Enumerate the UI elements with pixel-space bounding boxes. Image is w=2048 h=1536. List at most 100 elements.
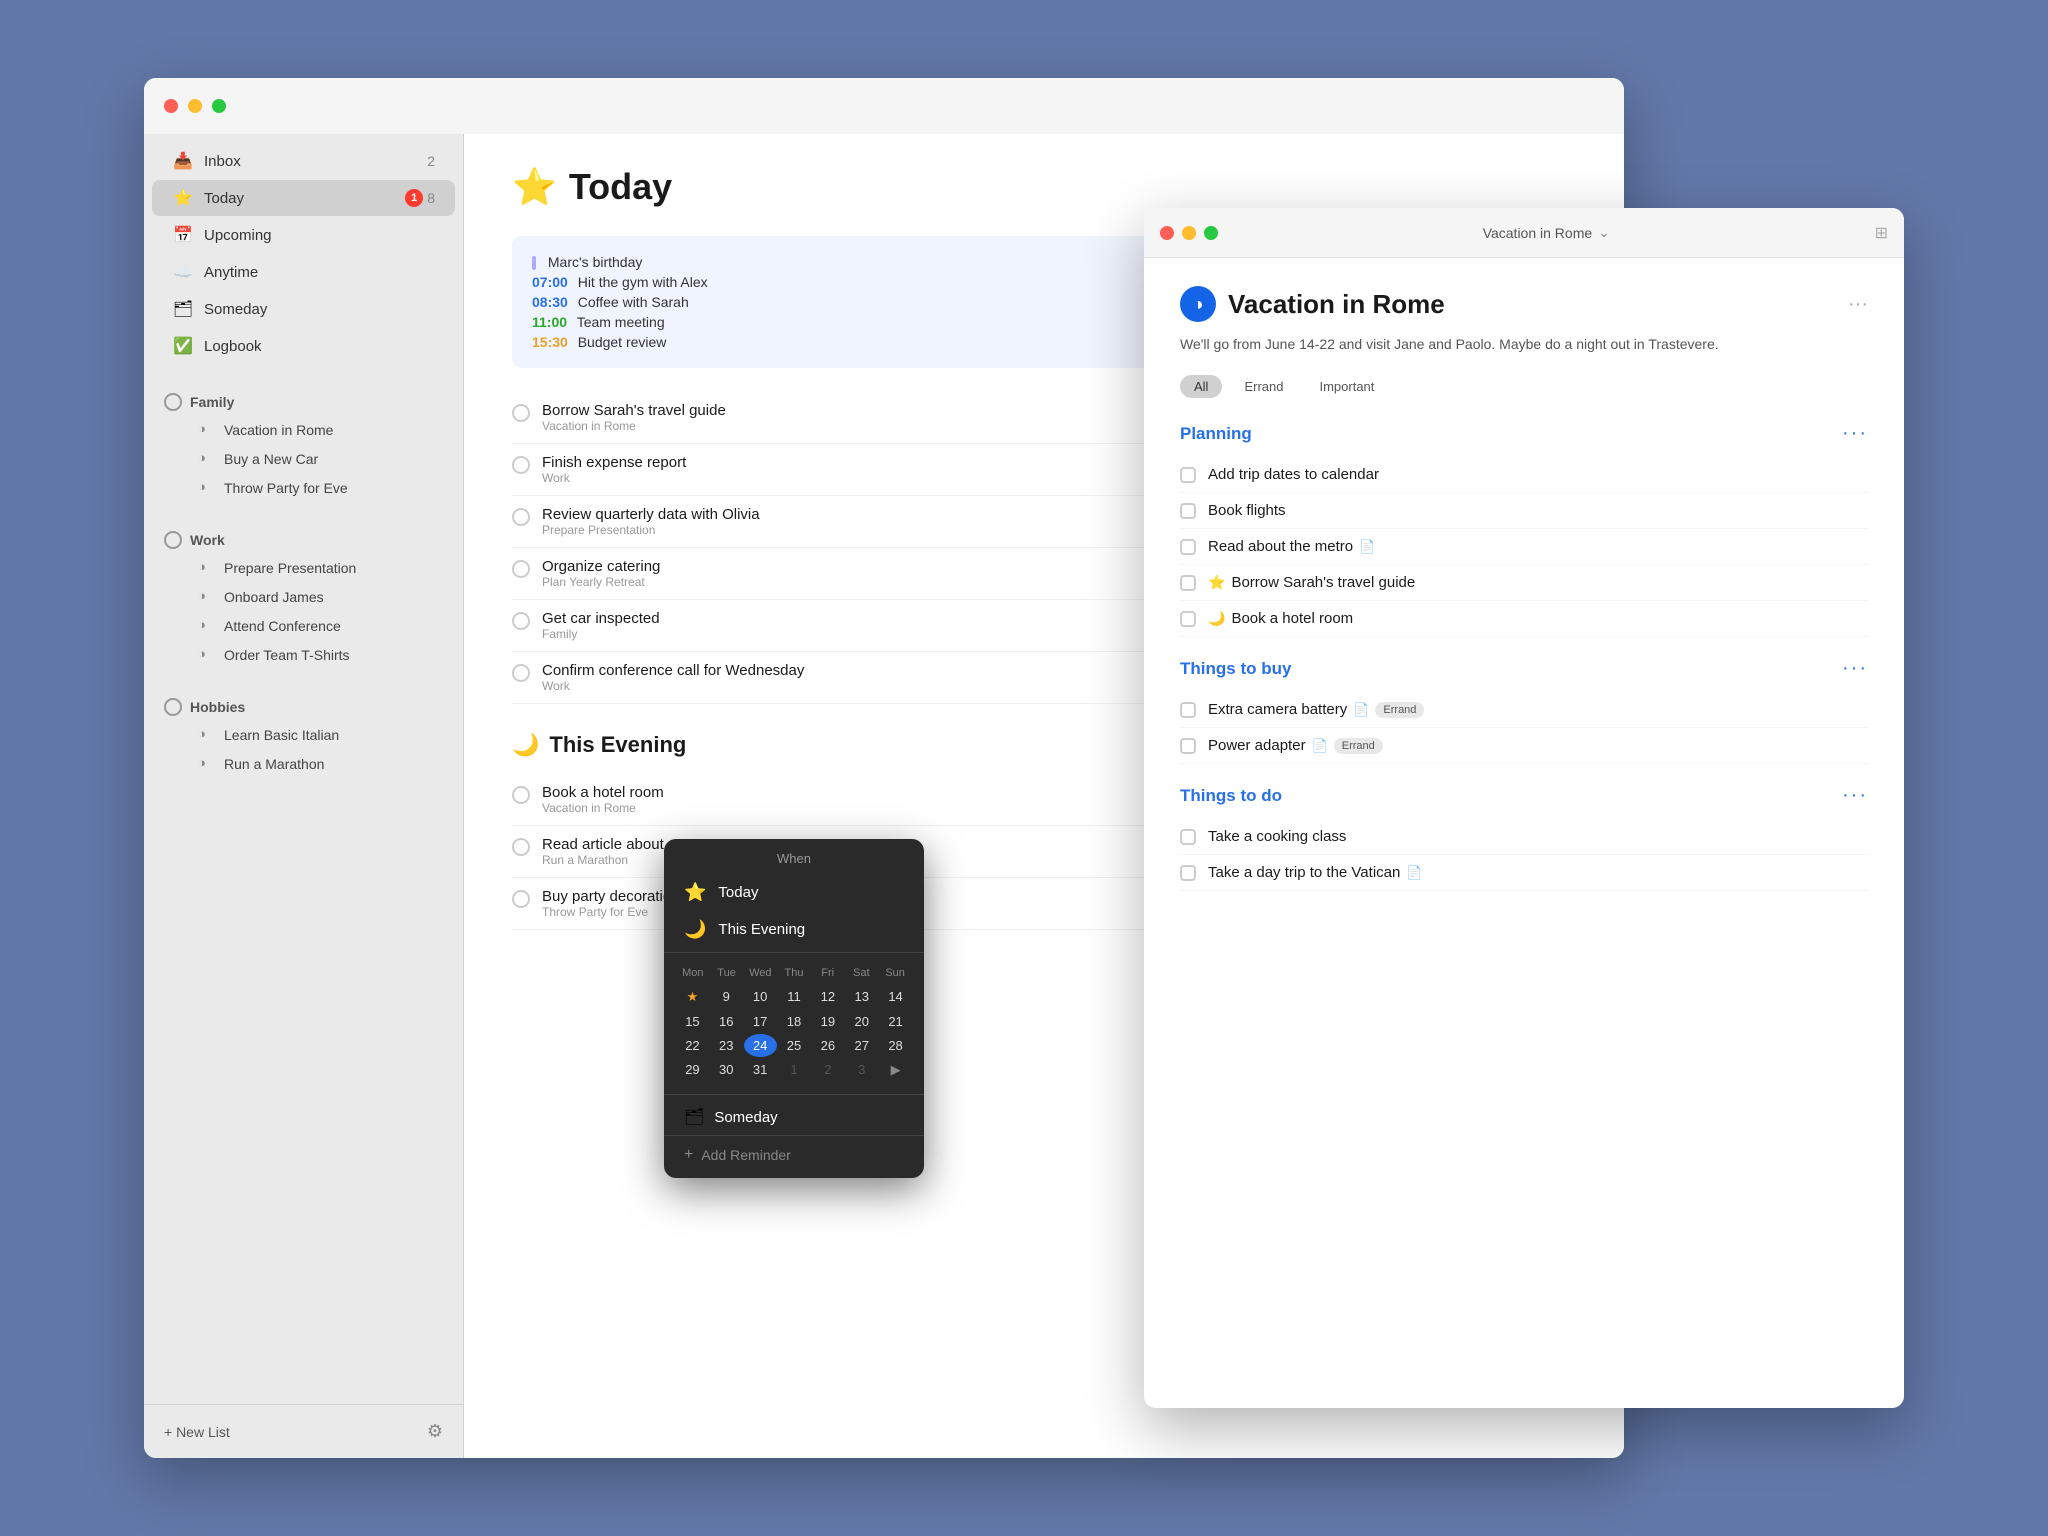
smart-lists-section: 📥 Inbox 2 ⭐ Today 1 8 📅 Upcoming [144,134,463,373]
cal-cell-29[interactable]: 29 [676,1058,709,1082]
rome-chevron-icon: ⌄ [1598,224,1610,241]
maximize-button[interactable] [212,99,226,113]
cal-cell-2-next[interactable]: 2 [811,1058,844,1082]
rome-checkbox-flights[interactable] [1180,503,1196,519]
settings-icon[interactable]: ⚙ [427,1421,443,1442]
rome-task-cooking: Take a cooking class [1180,819,1868,855]
cal-cell-31[interactable]: 31 [744,1058,777,1082]
sidebar-item-anytime[interactable]: ☁️ Anytime [152,254,455,290]
when-plus-icon: + [684,1146,693,1164]
sidebar-item-vacation-rome[interactable]: ◑ Vacation in Rome [152,416,455,444]
task-checkbox-party-dec[interactable] [512,890,530,908]
task-checkbox-car[interactable] [512,612,530,630]
main-title-bar [144,78,1624,134]
cal-cell-27[interactable]: 27 [845,1034,878,1057]
task-checkbox-catering[interactable] [512,560,530,578]
cal-cell-14[interactable]: 14 [879,985,912,1009]
rome-description: We'll go from June 14-22 and visit Jane … [1180,334,1868,355]
task-checkbox-article[interactable] [512,838,530,856]
rome-checkbox-borrow[interactable] [1180,575,1196,591]
cal-cell-18[interactable]: 18 [778,1010,811,1033]
cal-cell-20[interactable]: 20 [845,1010,878,1033]
new-list-button[interactable]: + New List [164,1424,230,1440]
cal-cell-11[interactable]: 11 [778,985,811,1009]
when-add-reminder[interactable]: + Add Reminder [664,1135,924,1178]
cal-cell-26[interactable]: 26 [811,1034,844,1057]
cal-cell-9[interactable]: 9 [710,985,743,1009]
battery-note-icon: 📄 [1353,702,1369,718]
sidebar-item-today[interactable]: ⭐ Today 1 8 [152,180,455,216]
cal-cell-24-today[interactable]: 24 [744,1034,777,1057]
cal-cell-13[interactable]: 13 [845,985,878,1009]
task-checkbox-expense[interactable] [512,456,530,474]
rome-maximize-button[interactable] [1204,226,1218,240]
filter-all[interactable]: All [1180,375,1222,398]
rome-checkbox-vatican[interactable] [1180,865,1196,881]
cal-cell-1-next[interactable]: 1 [778,1058,811,1082]
cal-header-thu: Thu [777,965,811,981]
cal-cell-23[interactable]: 23 [710,1034,743,1057]
sidebar-item-upcoming[interactable]: 📅 Upcoming [152,217,455,253]
todo-more-button[interactable]: ··· [1842,784,1868,807]
sidebar-item-italian[interactable]: ◑ Learn Basic Italian [152,721,455,749]
cal-cell-21[interactable]: 21 [879,1010,912,1033]
when-item-today[interactable]: ⭐ Today [664,874,924,911]
task-checkbox-hotel[interactable] [512,786,530,804]
sidebar-item-someday[interactable]: 🗂 Someday [152,291,455,327]
task-text-quarterly: Review quarterly data with Olivia Prepar… [542,506,760,537]
cal-cell-10[interactable]: 10 [744,985,777,1009]
rome-close-button[interactable] [1160,226,1174,240]
cal-cell-15[interactable]: 15 [676,1010,709,1033]
cal-cell-17[interactable]: 17 [744,1010,777,1033]
minimize-button[interactable] [188,99,202,113]
rome-checkbox-battery[interactable] [1180,702,1196,718]
car-list-icon: ◑ [198,450,216,468]
planning-more-button[interactable]: ··· [1842,422,1868,445]
rome-more-button[interactable]: ··· [1848,293,1868,316]
cal-cell-3-next[interactable]: 3 [845,1058,878,1082]
cal-cell-next-month[interactable]: ▶ [879,1058,912,1082]
cal-cell-12[interactable]: 12 [811,985,844,1009]
work-group-label: Work [190,532,225,548]
rome-checkbox-adapter[interactable] [1180,738,1196,754]
sidebar-item-onboard[interactable]: ◑ Onboard James [152,583,455,611]
cal-cell-16[interactable]: 16 [710,1010,743,1033]
cal-cell-28[interactable]: 28 [879,1034,912,1057]
task-checkbox-borrow[interactable] [512,404,530,422]
cal-cell-30[interactable]: 30 [710,1058,743,1082]
rome-checkbox-hotel[interactable] [1180,611,1196,627]
sidebar-item-conference[interactable]: ◑ Attend Conference [152,612,455,640]
cal-cell-19[interactable]: 19 [811,1010,844,1033]
new-list-label: + New List [164,1424,230,1440]
task-text-confirm: Confirm conference call for Wednesday Wo… [542,662,804,693]
logbook-icon: ✅ [172,335,194,357]
sidebar-item-buy-car[interactable]: ◑ Buy a New Car [152,445,455,473]
cal-header-mon: Mon [676,965,710,981]
rome-task-label-add-dates: Add trip dates to calendar [1208,466,1379,483]
when-item-evening[interactable]: 🌙 This Evening [664,911,924,948]
task-checkbox-confirm[interactable] [512,664,530,682]
sidebar-item-party-eve[interactable]: ◑ Throw Party for Eve [152,474,455,502]
rome-checkbox-cooking[interactable] [1180,829,1196,845]
sidebar-item-tshirts[interactable]: ◑ Order Team T-Shirts [152,641,455,669]
rome-project-icon: ◑ [1180,286,1216,322]
hobbies-group-section: Hobbies ◑ Learn Basic Italian ◑ Run a Ma… [144,678,463,787]
rome-minimize-button[interactable] [1182,226,1196,240]
filter-errand[interactable]: Errand [1230,375,1297,398]
sidebar-item-inbox[interactable]: 📥 Inbox 2 [152,143,455,179]
buy-more-button[interactable]: ··· [1842,657,1868,680]
sidebar-item-logbook[interactable]: ✅ Logbook [152,328,455,364]
cal-cell-star[interactable]: ★ [676,985,709,1009]
rome-window-action-icon[interactable]: ⊞ [1875,223,1888,243]
cal-cell-22[interactable]: 22 [676,1034,709,1057]
cal-cell-25[interactable]: 25 [778,1034,811,1057]
rome-checkbox-add-dates[interactable] [1180,467,1196,483]
filter-important[interactable]: Important [1305,375,1388,398]
today-label: Today [204,190,405,207]
sidebar-item-marathon[interactable]: ◑ Run a Marathon [152,750,455,778]
sidebar-item-presentation[interactable]: ◑ Prepare Presentation [152,554,455,582]
task-checkbox-quarterly[interactable] [512,508,530,526]
rome-checkbox-metro[interactable] [1180,539,1196,555]
when-item-someday[interactable]: 🗂 Someday [664,1099,924,1135]
close-button[interactable] [164,99,178,113]
